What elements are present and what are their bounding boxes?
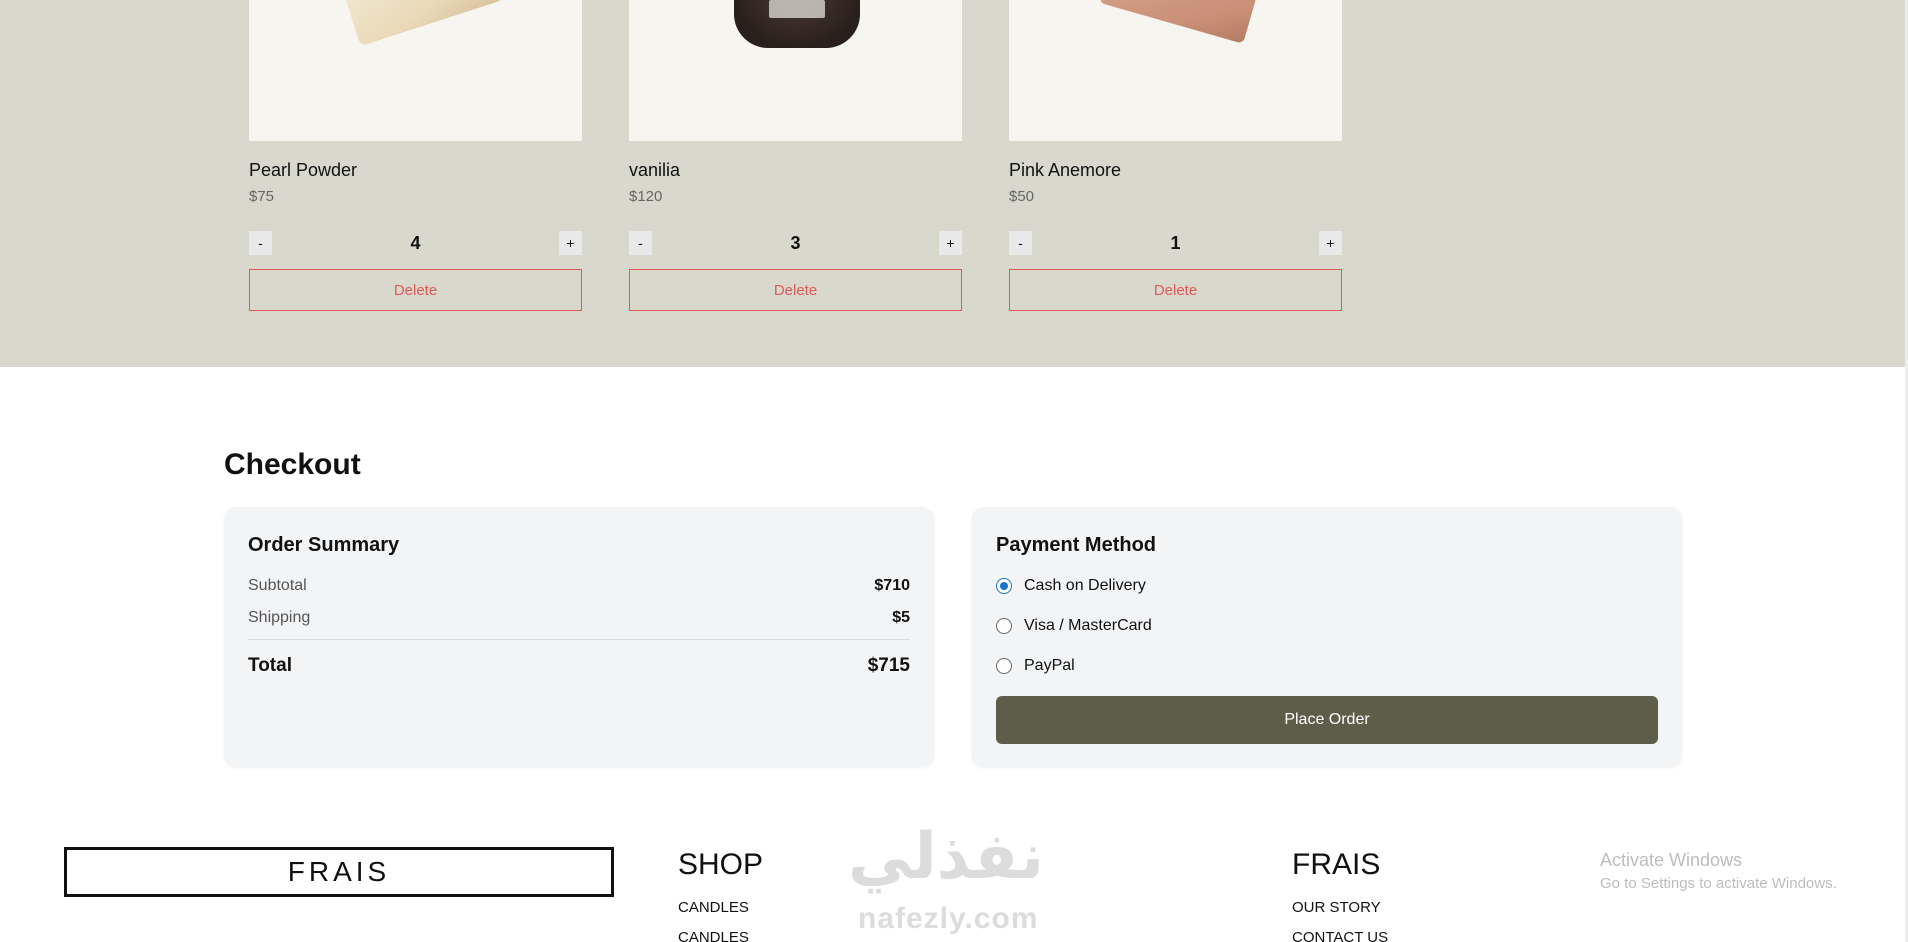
product-name: Pearl Powder (249, 160, 358, 180)
delete-button[interactable]: Delete (249, 269, 582, 311)
watermark-logo: نفذلي (848, 820, 1044, 894)
product-card: Pearl Powder $75 4 - + Delete (249, 0, 582, 311)
cart-section: Pearl Powder $75 4 - + Delete vanilia $1… (0, 0, 1905, 367)
radio-button-selected[interactable] (996, 578, 1012, 594)
radio-button[interactable] (996, 658, 1012, 674)
subtotal-label: Subtotal (248, 577, 307, 594)
windows-activation-subtitle: Go to Settings to activate Windows. (1600, 875, 1837, 892)
product-price: $75 (249, 188, 275, 205)
windows-activation-title: Activate Windows (1600, 850, 1743, 870)
delete-button[interactable]: Delete (1009, 269, 1342, 311)
footer-link-candles[interactable]: CANDLES (678, 899, 749, 916)
product-card: Pink Anemore $50 1 - + Delete (1009, 0, 1342, 311)
shipping-row: Shipping $5 (248, 609, 910, 627)
checkout-title: Checkout (224, 448, 361, 481)
quantity-stepper: 1 - + (1009, 231, 1342, 255)
footer-link-candles[interactable]: CANDLES (678, 929, 749, 942)
subtotal-row: Subtotal $710 (248, 577, 910, 595)
product-price: $50 (1009, 188, 1035, 205)
product-price: $120 (629, 188, 663, 205)
quantity-value: 3 (790, 233, 801, 253)
product-card: vanilia $120 3 - + Delete (629, 0, 962, 311)
quantity-stepper: 4 - + (249, 231, 582, 255)
payment-option-label: Visa / MasterCard (1024, 617, 1152, 634)
watermark-url: nafezly.com (858, 902, 1039, 935)
product-image (629, 0, 962, 141)
quantity-value: 4 (410, 233, 421, 253)
total-label: Total (248, 655, 292, 676)
increase-quantity-button[interactable]: + (939, 231, 962, 255)
payment-method-title: Payment Method (996, 534, 1157, 556)
subtotal-value: $710 (874, 577, 910, 594)
order-summary-panel: Order Summary Subtotal $710 Shipping $5 … (224, 507, 934, 767)
payment-option-visa-mastercard[interactable]: Visa / MasterCard (996, 617, 1152, 635)
decrease-quantity-button[interactable]: - (629, 231, 652, 255)
quantity-value: 1 (1170, 233, 1181, 253)
radio-button[interactable] (996, 618, 1012, 634)
total-value: $715 (867, 655, 910, 676)
payment-method-panel: Payment Method Cash on Delivery Visa / M… (972, 507, 1682, 767)
candle-image (334, 0, 504, 47)
footer-link-contact-us[interactable]: CONTACT US (1292, 929, 1388, 942)
payment-option-paypal[interactable]: PayPal (996, 657, 1075, 675)
footer-frais-heading: FRAIS (1292, 848, 1381, 881)
product-name: vanilia (629, 160, 681, 180)
increase-quantity-button[interactable]: + (559, 231, 582, 255)
product-name: Pink Anemore (1009, 160, 1122, 180)
summary-divider (248, 639, 910, 640)
order-summary-title: Order Summary (248, 534, 400, 556)
decrease-quantity-button[interactable]: - (249, 231, 272, 255)
shipping-value: $5 (892, 609, 910, 626)
place-order-button[interactable]: Place Order (996, 696, 1658, 744)
product-image (249, 0, 582, 141)
increase-quantity-button[interactable]: + (1319, 231, 1342, 255)
footer-link-our-story[interactable]: OUR STORY (1292, 899, 1381, 916)
shipping-label: Shipping (248, 609, 311, 626)
total-row: Total $715 (248, 655, 910, 677)
payment-option-label: Cash on Delivery (1024, 577, 1146, 594)
payment-option-label: PayPal (1024, 657, 1075, 674)
footer-shop-heading: SHOP (678, 848, 764, 881)
quantity-stepper: 3 - + (629, 231, 962, 255)
decrease-quantity-button[interactable]: - (1009, 231, 1032, 255)
product-image (1009, 0, 1342, 141)
payment-option-cash-on-delivery[interactable]: Cash on Delivery (996, 577, 1146, 595)
jar-label (769, 0, 825, 18)
delete-button[interactable]: Delete (629, 269, 962, 311)
footer-logo[interactable]: FRAIS (64, 847, 614, 897)
candle-image (1098, 0, 1270, 44)
